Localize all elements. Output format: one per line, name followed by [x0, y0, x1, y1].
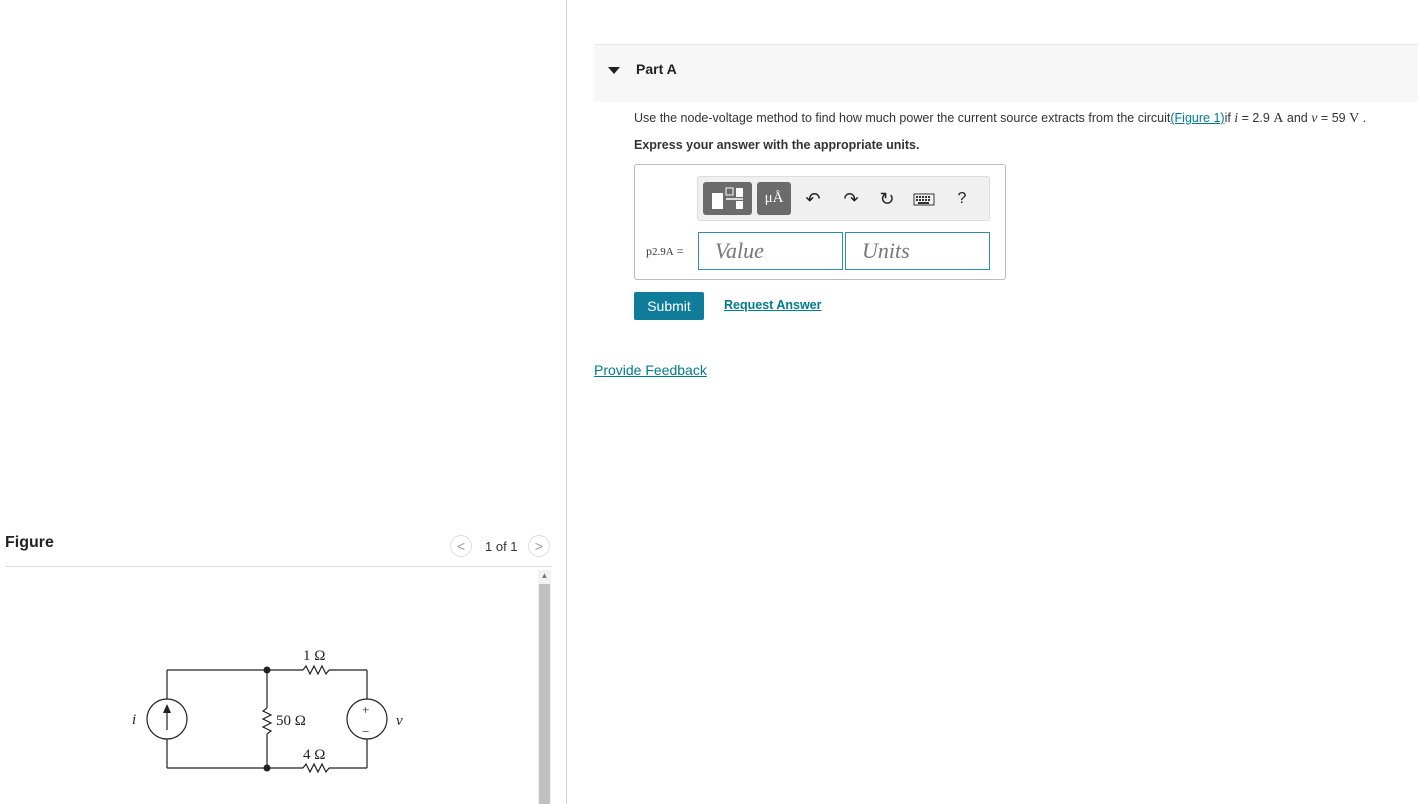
units-button[interactable]: μÅ — [757, 182, 791, 215]
node-top — [263, 666, 271, 674]
reset-icon[interactable]: ↻ — [875, 186, 899, 212]
keyboard-icon[interactable] — [913, 186, 935, 212]
next-figure-button[interactable]: > — [528, 535, 550, 557]
submit-button[interactable]: Submit — [634, 292, 704, 320]
current-source-label: i — [132, 712, 136, 728]
plus-sign: + — [362, 702, 369, 717]
previous-figure-button[interactable]: < — [450, 535, 472, 557]
answer-instruction: Express your answer with the appropriate… — [634, 138, 920, 152]
resistor-50-ohm — [261, 707, 273, 735]
units-input[interactable]: Units — [845, 232, 990, 270]
resistor-1-ohm — [302, 664, 330, 676]
templates-icon — [712, 187, 743, 209]
part-title[interactable]: Part A — [636, 61, 677, 77]
minus-sign: − — [362, 724, 369, 739]
circuit-diagram: i 1 Ω 50 Ω 4 Ω v + − — [132, 648, 403, 774]
scroll-up-arrow-icon[interactable]: ▲ — [538, 570, 551, 582]
undo-icon[interactable]: ↶ — [801, 186, 825, 212]
figure-pane: Figure < 1 of 1 > i 1 Ω 50 Ω 4 Ω v + − ▲ — [0, 0, 566, 804]
caret-down-icon[interactable] — [608, 67, 620, 74]
unit-amps: A — [1273, 111, 1284, 126]
help-button[interactable]: ? — [950, 186, 974, 212]
figure-title: Figure — [5, 534, 54, 551]
question-body: Use the node-voltage method to find how … — [634, 111, 1171, 125]
figure-1-link[interactable]: (Figure 1) — [1170, 111, 1224, 125]
templates-button[interactable] — [703, 182, 752, 215]
resistor-4-label: 4 Ω — [303, 747, 325, 763]
node-bottom — [263, 764, 271, 772]
keyboard-glyph — [913, 193, 935, 206]
unit-volts: V — [1349, 111, 1360, 126]
voltage-source-label: v — [396, 713, 403, 729]
resistor-50-label: 50 Ω — [276, 713, 306, 729]
provide-feedback-link[interactable]: Provide Feedback — [594, 362, 707, 378]
pane-divider[interactable] — [566, 0, 567, 804]
math-toolbar: μÅ ↶ ↷ ↻ ? — [697, 176, 990, 221]
part-a-header[interactable]: Part A — [594, 44, 1418, 102]
resistor-1-label: 1 Ω — [303, 648, 325, 664]
figure-scrollbar-thumb[interactable] — [539, 584, 550, 804]
current-source-arrow-icon — [163, 704, 171, 713]
answer-variable-label: p2.9A = — [646, 244, 684, 258]
request-answer-link[interactable]: Request Answer — [724, 298, 821, 312]
resistor-4-ohm — [302, 762, 330, 774]
question-text: Use the node-voltage method to find how … — [634, 111, 1367, 126]
value-input[interactable]: Value — [698, 232, 843, 270]
figure-divider — [5, 566, 552, 567]
redo-icon[interactable]: ↷ — [839, 186, 863, 212]
figure-page-count: 1 of 1 — [485, 539, 518, 554]
